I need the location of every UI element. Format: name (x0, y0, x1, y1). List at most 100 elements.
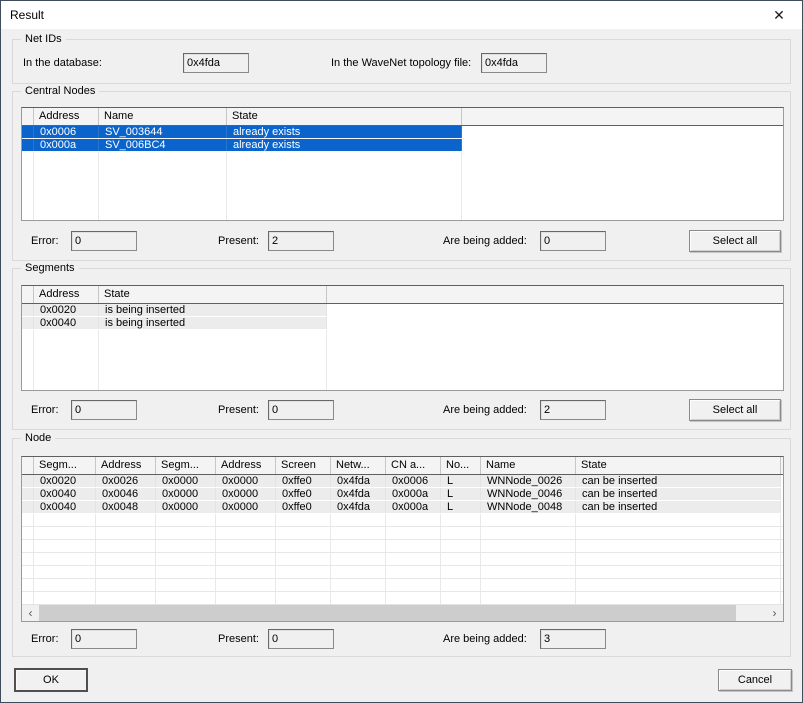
column-header[interactable]: Screen (276, 457, 331, 474)
table-cell (22, 527, 34, 539)
table-cell: can be inserted (576, 488, 781, 500)
scrollbar-thumb[interactable] (39, 605, 736, 622)
table-cell (441, 579, 481, 591)
being-added-field[interactable]: 3 (540, 629, 606, 649)
present-label: Present: (218, 231, 259, 251)
column-header[interactable]: Segm... (156, 457, 216, 474)
column-header[interactable]: Netw... (331, 457, 386, 474)
column-header[interactable]: CN a... (386, 457, 441, 474)
column-header[interactable] (22, 286, 34, 303)
table-cell (386, 592, 441, 604)
node-group: Node Segm...AddressSegm...AddressScreenN… (12, 438, 791, 657)
table-cell: 0x0000 (156, 501, 216, 513)
being-added-field[interactable]: 0 (540, 231, 606, 251)
table-cell: can be inserted (576, 475, 781, 487)
database-netid-field[interactable]: 0x4fda (183, 53, 249, 73)
table-cell: is being inserted (99, 304, 327, 316)
column-header[interactable]: State (576, 457, 781, 474)
close-icon[interactable]: ✕ (769, 1, 789, 29)
being-added-label: Are being added: (443, 231, 527, 251)
column-header-filler (462, 108, 783, 125)
table-cell (99, 369, 327, 382)
column-header[interactable]: Address (34, 286, 99, 303)
table-row[interactable]: 0x0040is being inserted (22, 317, 327, 330)
column-header[interactable]: No... (441, 457, 481, 474)
table-cell (576, 514, 781, 526)
table-cell (34, 191, 99, 204)
table-cell (227, 204, 462, 217)
table-cell (216, 527, 276, 539)
being-added-field[interactable]: 2 (540, 400, 606, 420)
present-field[interactable]: 0 (268, 400, 334, 420)
table-cell (441, 527, 481, 539)
column-header[interactable]: Name (99, 108, 227, 125)
column-header[interactable]: Address (216, 457, 276, 474)
table-cell (156, 540, 216, 552)
column-header[interactable]: State (227, 108, 462, 125)
table-row[interactable]: 0x00400x00460x00000x00000xffe00x4fda0x00… (22, 488, 781, 501)
table-cell (22, 488, 34, 500)
cancel-button[interactable]: Cancel (718, 669, 792, 691)
table-row[interactable]: 0x0020is being inserted (22, 304, 327, 317)
present-field[interactable]: 0 (268, 629, 334, 649)
column-header[interactable]: Segm... (34, 457, 96, 474)
table-cell: already exists (227, 139, 462, 151)
table-cell (99, 330, 327, 343)
table-cell: 0x000a (34, 139, 99, 151)
scroll-left-icon[interactable]: ‹ (22, 605, 39, 622)
net-ids-group-title: Net IDs (21, 32, 66, 46)
table-empty-row (22, 540, 783, 553)
table-cell (216, 592, 276, 604)
table-cell: 0x0006 (34, 126, 99, 138)
table-cell (216, 579, 276, 591)
table-cell (99, 152, 227, 165)
table-row[interactable]: 0x00200x00260x00000x00000xffe00x4fda0x00… (22, 475, 781, 488)
table-cell (99, 382, 327, 391)
error-field[interactable]: 0 (71, 231, 137, 251)
table-cell (331, 592, 386, 604)
column-header[interactable] (22, 108, 34, 125)
table-cell (22, 126, 34, 138)
table-cell (441, 592, 481, 604)
column-header[interactable]: Address (34, 108, 99, 125)
table-cell: 0x0000 (156, 488, 216, 500)
table-cell (441, 514, 481, 526)
table-cell (331, 566, 386, 578)
present-field[interactable]: 2 (268, 231, 334, 251)
table-empty-row (22, 191, 783, 204)
column-header[interactable]: State (99, 286, 327, 303)
table-empty-row (22, 178, 783, 191)
ok-button[interactable]: OK (14, 668, 88, 692)
table-cell (386, 514, 441, 526)
select-all-button[interactable]: Select all (689, 230, 781, 252)
table-cell (22, 217, 34, 221)
table-header: AddressNameState (22, 108, 783, 126)
table-empty-row (22, 369, 783, 382)
select-all-button[interactable]: Select all (689, 399, 781, 421)
table-cell (34, 330, 99, 343)
horizontal-scrollbar[interactable]: ‹ › (22, 604, 783, 621)
column-header[interactable]: Address (96, 457, 156, 474)
central-nodes-group-title: Central Nodes (21, 84, 99, 98)
topology-netid-field[interactable]: 0x4fda (481, 53, 547, 73)
error-field[interactable]: 0 (71, 629, 137, 649)
table-cell (156, 592, 216, 604)
database-label: In the database: (23, 53, 102, 73)
net-ids-group: Net IDs In the database: 0x4fda In the W… (12, 39, 791, 84)
table-cell: WNNode_0026 (481, 475, 576, 487)
table-row[interactable]: 0x000aSV_006BC4already exists (22, 139, 462, 152)
table-cell: 0x0000 (216, 475, 276, 487)
column-header[interactable] (22, 457, 34, 474)
segments-table: AddressState0x0020is being inserted0x004… (21, 285, 784, 391)
table-cell (22, 592, 34, 604)
column-header-filler (781, 457, 784, 474)
column-header[interactable]: Name (481, 457, 576, 474)
table-empty-row (22, 343, 783, 356)
scroll-right-icon[interactable]: › (766, 605, 783, 622)
table-row[interactable]: 0x00400x00480x00000x00000xffe00x4fda0x00… (22, 501, 781, 514)
table-cell (96, 553, 156, 565)
table-cell (34, 343, 99, 356)
table-row[interactable]: 0x0006SV_003644already exists (22, 126, 462, 139)
error-field[interactable]: 0 (71, 400, 137, 420)
table-cell (216, 514, 276, 526)
